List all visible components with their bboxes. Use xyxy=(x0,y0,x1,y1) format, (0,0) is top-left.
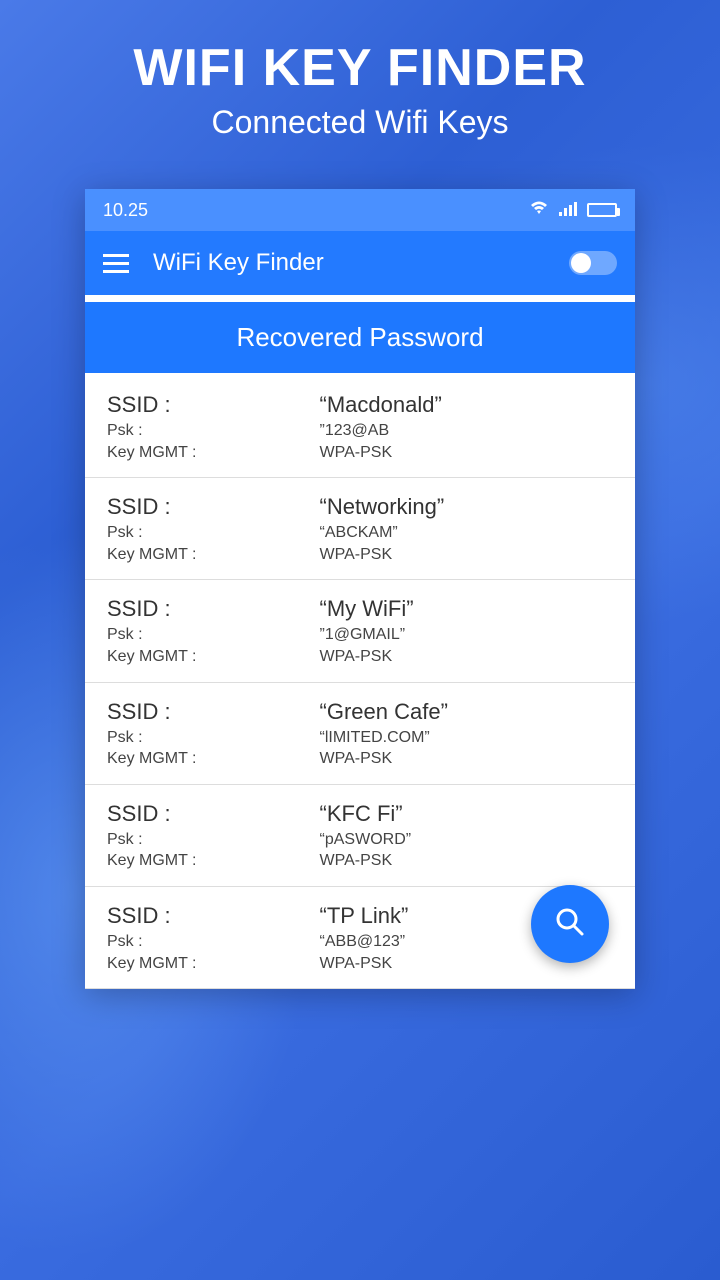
list-item[interactable]: SSID : Psk : Key MGMT : “KFC Fi” “pASWOR… xyxy=(85,785,635,887)
keymgmt-value: WPA-PSK xyxy=(320,748,613,770)
list-item[interactable]: SSID : Psk : Key MGMT : “Green Cafe” “lI… xyxy=(85,683,635,785)
ssid-value: “Green Cafe” xyxy=(320,699,613,725)
phone-frame: 10.25 WiFi Key Finder Recovered Password xyxy=(85,189,635,989)
ssid-label: SSID : xyxy=(107,903,320,929)
hero-subtitle: Connected Wifi Keys xyxy=(0,104,720,141)
ssid-label: SSID : xyxy=(107,801,320,827)
wifi-icon xyxy=(529,200,549,221)
keymgmt-label: Key MGMT : xyxy=(107,850,320,872)
psk-label: Psk : xyxy=(107,829,320,851)
toggle-switch[interactable] xyxy=(569,251,617,275)
ssid-value: “Macdonald” xyxy=(320,392,613,418)
psk-label: Psk : xyxy=(107,727,320,749)
section-header: Recovered Password xyxy=(85,299,635,376)
hero-title: WIFI KEY FINDER xyxy=(0,38,720,98)
keymgmt-label: Key MGMT : xyxy=(107,442,320,464)
app-bar: WiFi Key Finder xyxy=(85,231,635,295)
keymgmt-value: WPA-PSK xyxy=(320,544,613,566)
ssid-value: “My WiFi” xyxy=(320,596,613,622)
ssid-label: SSID : xyxy=(107,494,320,520)
list-item[interactable]: SSID : Psk : Key MGMT : “Macdonald” ”123… xyxy=(85,376,635,478)
keymgmt-value: WPA-PSK xyxy=(320,442,613,464)
psk-label: Psk : xyxy=(107,931,320,953)
search-fab[interactable] xyxy=(531,885,609,963)
menu-icon[interactable] xyxy=(103,254,129,273)
keymgmt-label: Key MGMT : xyxy=(107,748,320,770)
keymgmt-label: Key MGMT : xyxy=(107,646,320,668)
psk-label: Psk : xyxy=(107,420,320,442)
app-title: WiFi Key Finder xyxy=(153,249,545,277)
psk-value: ”123@AB xyxy=(320,420,613,442)
psk-label: Psk : xyxy=(107,624,320,646)
keymgmt-label: Key MGMT : xyxy=(107,953,320,975)
psk-label: Psk : xyxy=(107,522,320,544)
ssid-value: “Networking” xyxy=(320,494,613,520)
ssid-label: SSID : xyxy=(107,699,320,725)
keymgmt-label: Key MGMT : xyxy=(107,544,320,566)
search-icon xyxy=(552,904,588,945)
psk-value: ”1@GMAIL” xyxy=(320,624,613,646)
signal-icon xyxy=(559,200,577,221)
hero: WIFI KEY FINDER Connected Wifi Keys xyxy=(0,0,720,141)
list-item[interactable]: SSID : Psk : Key MGMT : “Networking” “AB… xyxy=(85,478,635,580)
ssid-value: “KFC Fi” xyxy=(320,801,613,827)
psk-value: “lIMITED.COM” xyxy=(320,727,613,749)
status-bar: 10.25 xyxy=(85,189,635,231)
keymgmt-value: WPA-PSK xyxy=(320,850,613,872)
ssid-label: SSID : xyxy=(107,596,320,622)
list-item[interactable]: SSID : Psk : Key MGMT : “My WiFi” ”1@GMA… xyxy=(85,580,635,682)
psk-value: “pASWORD” xyxy=(320,829,613,851)
keymgmt-value: WPA-PSK xyxy=(320,646,613,668)
battery-icon xyxy=(587,203,617,217)
ssid-label: SSID : xyxy=(107,392,320,418)
psk-value: “ABCKAM” xyxy=(320,522,613,544)
status-time: 10.25 xyxy=(103,200,148,221)
